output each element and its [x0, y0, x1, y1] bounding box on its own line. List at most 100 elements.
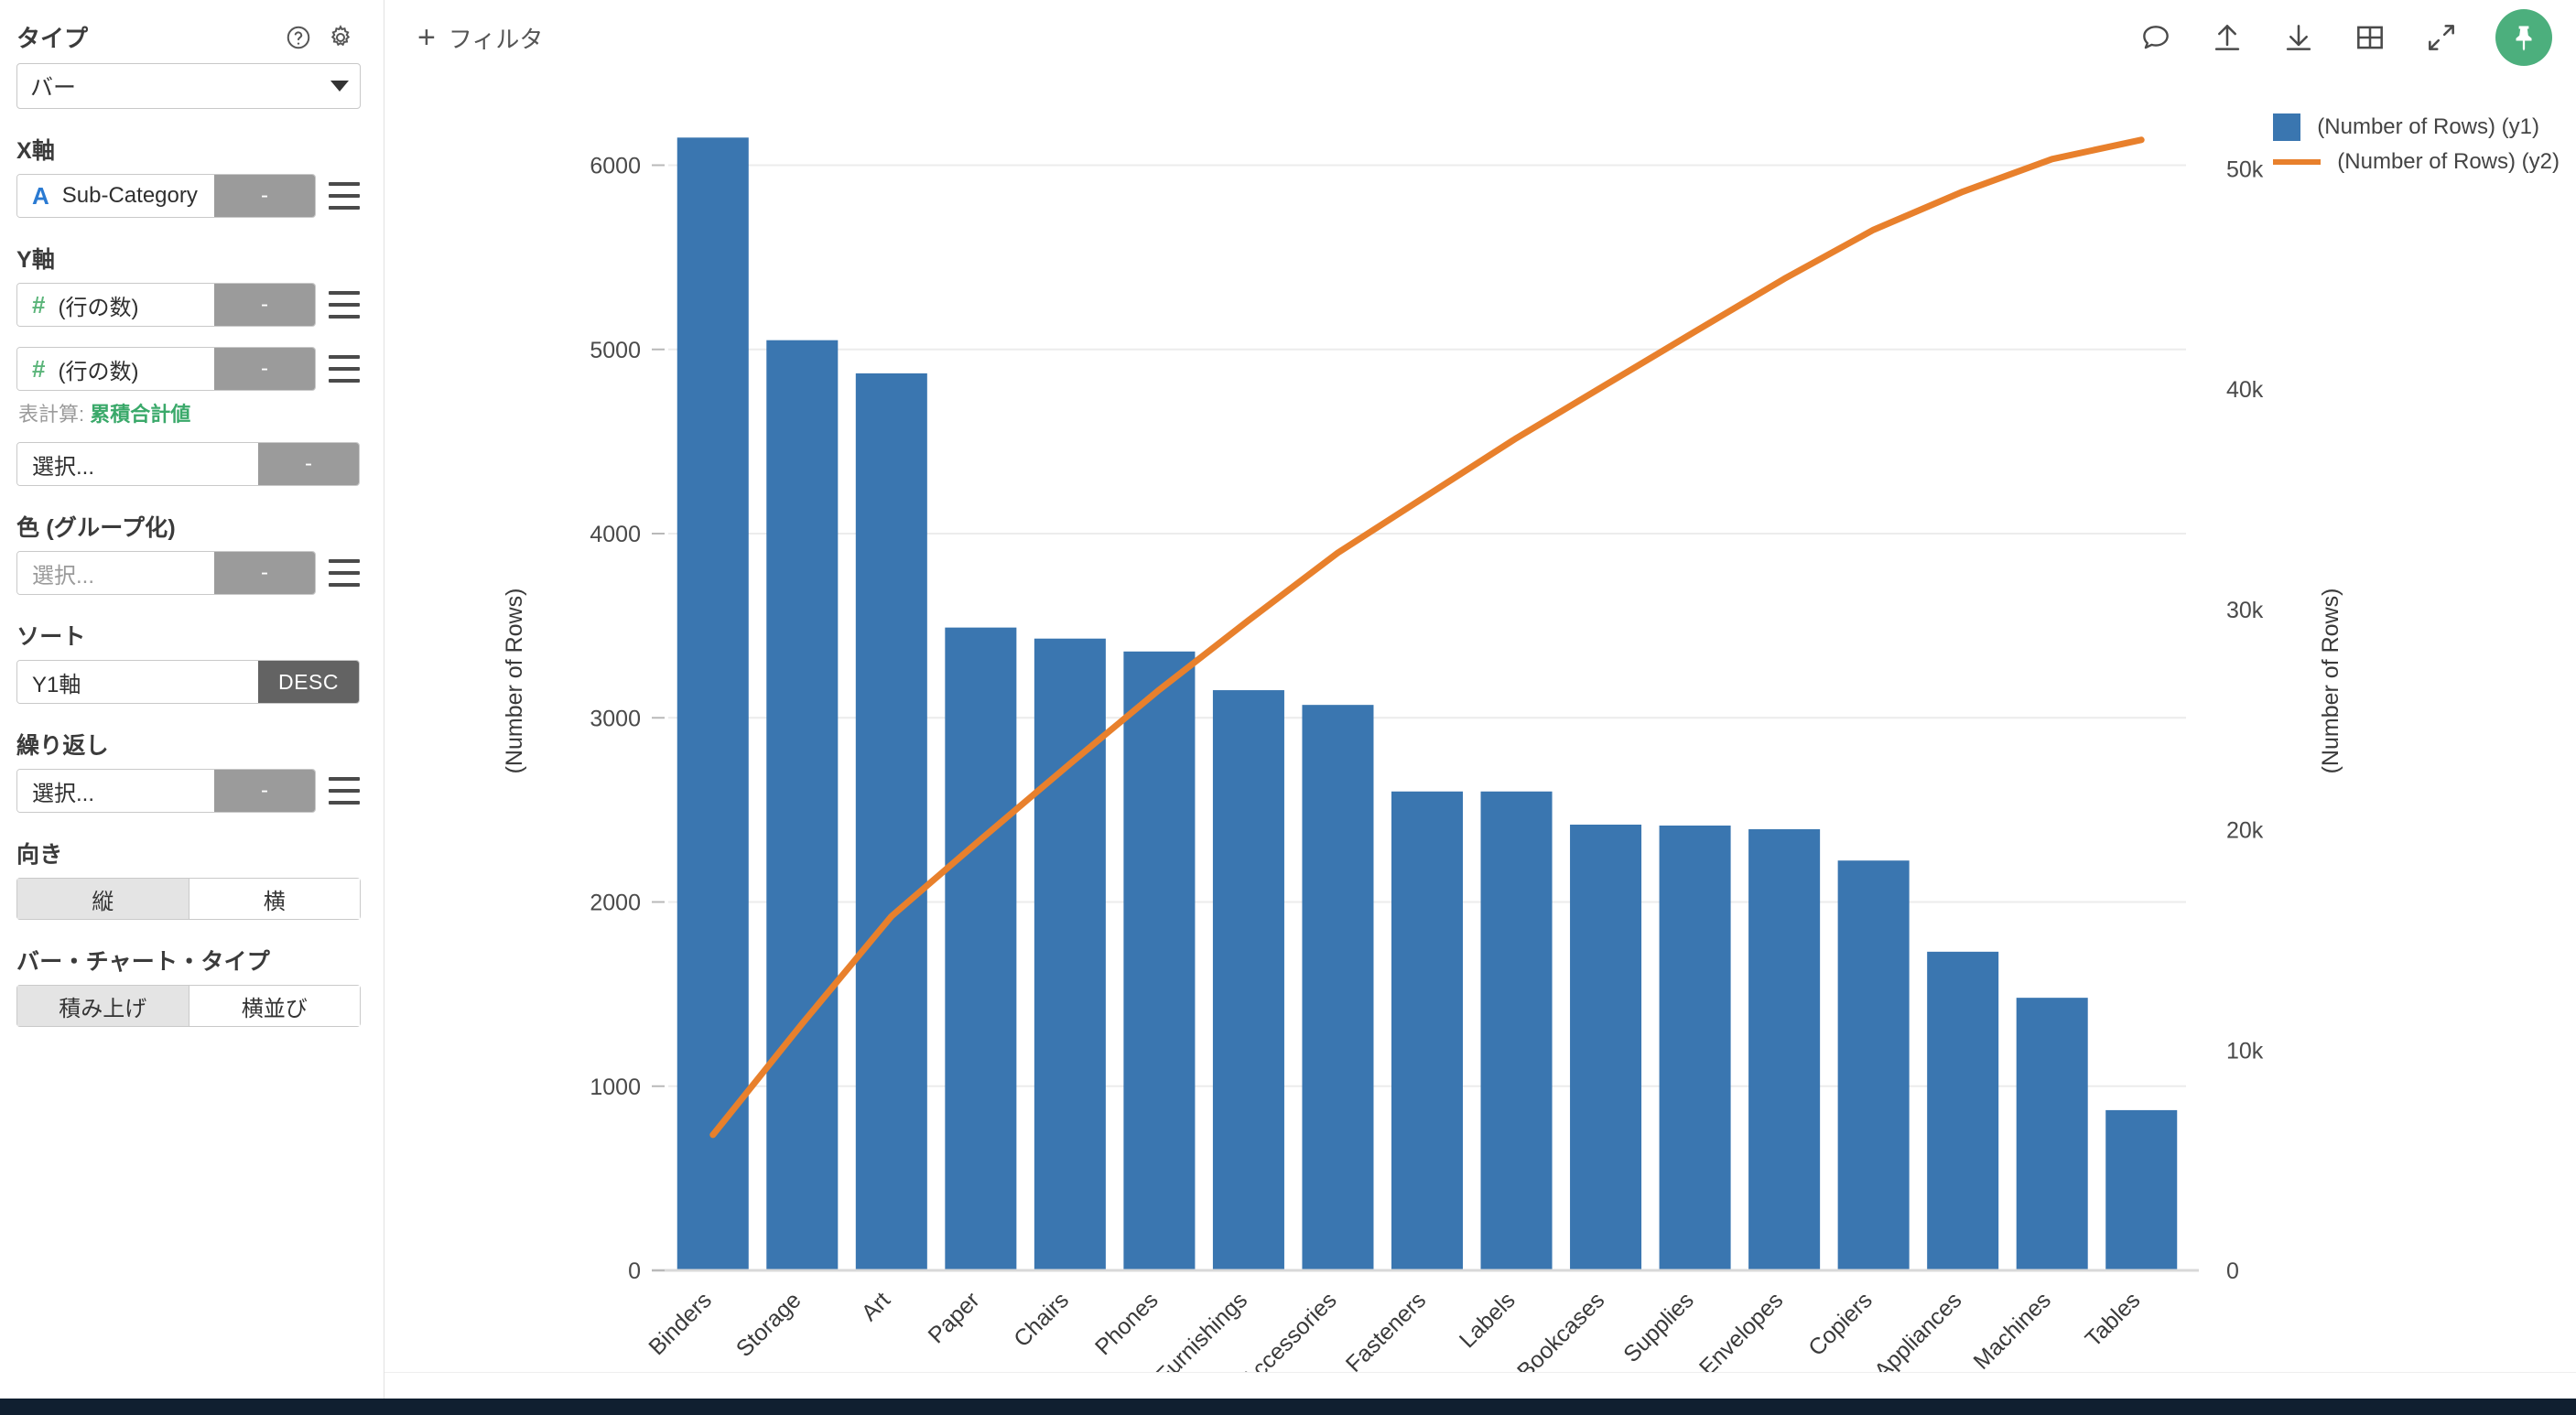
y1-tick-label: 6000 [590, 154, 641, 179]
chart-type-select[interactable]: バー [16, 63, 361, 109]
chevron-down-icon [330, 81, 349, 92]
y-axis-field-name-1: (行の数) [58, 295, 139, 320]
y-axis-field-body-1: # (行の数) [17, 284, 214, 326]
chart-main-area: + フィルタ (Number of Rows) (y1) (Number of … [384, 0, 2576, 1415]
y2-tick-label: 0 [2226, 1258, 2239, 1284]
x-tick-label: Furnishings [1151, 1287, 1252, 1373]
add-filter-button[interactable]: + フィルタ [417, 21, 543, 55]
bar-type-option-stacked[interactable]: 積み上げ [16, 985, 189, 1027]
y-axis-placeholder-pill[interactable]: 選択... - [16, 442, 360, 486]
repeat-body: 選択... [17, 770, 214, 812]
x-tick-label: Appliances [1869, 1287, 1966, 1373]
bar[interactable] [1302, 705, 1374, 1270]
bar[interactable] [855, 373, 927, 1271]
pin-button[interactable] [2495, 9, 2552, 66]
table-calc-note: 表計算: 累積合計値 [18, 398, 360, 427]
bar[interactable] [1570, 824, 1642, 1270]
color-group-agg[interactable]: - [214, 552, 315, 594]
x-axis-field-name: Sub-Category [61, 183, 198, 208]
color-group-placeholder: 選択... [32, 563, 95, 589]
comment-icon[interactable] [2138, 20, 2173, 55]
y-axis-field-pill-1[interactable]: # (行の数) - [16, 283, 316, 327]
x-axis-field-pill[interactable]: A Sub-Category - [16, 174, 316, 218]
hamburger-icon[interactable] [329, 355, 360, 383]
x-axis-agg-tag[interactable]: - [214, 175, 315, 217]
chart-toolbar: + フィルタ [384, 0, 2576, 75]
orientation-toggle: 縦 横 [16, 878, 361, 920]
bar[interactable] [1927, 951, 1999, 1270]
repeat-pill[interactable]: 選択... - [16, 769, 316, 813]
bar[interactable] [1034, 638, 1106, 1270]
question-circle-icon[interactable] [285, 24, 312, 51]
x-tick-label: Binders [644, 1287, 717, 1360]
y1-axis-title: (Number of Rows) [502, 589, 527, 774]
bar[interactable] [1480, 791, 1553, 1270]
bar-type-option-grouped[interactable]: 横並び [188, 985, 361, 1027]
bar[interactable] [1659, 825, 1731, 1270]
x-axis-row: A Sub-Category - [16, 174, 360, 218]
gear-icon[interactable] [327, 24, 354, 51]
bar[interactable] [1123, 651, 1196, 1270]
plus-icon: + [417, 20, 436, 55]
expand-icon[interactable] [2424, 20, 2459, 55]
hamburger-icon[interactable] [329, 777, 360, 805]
bar[interactable] [1748, 829, 1821, 1270]
toolbar-icons [2138, 9, 2576, 66]
x-tick-label: Accessories [1237, 1287, 1342, 1373]
color-group-pill[interactable]: 選択... - [16, 551, 316, 595]
bar[interactable] [2016, 998, 2088, 1270]
color-group-body: 選択... [17, 552, 214, 594]
settings-sidebar: タイプ バー X軸 A Sub-Category - Y軸 # (行の数) - … [0, 0, 384, 1415]
y2-tick-label: 20k [2226, 818, 2264, 844]
y-axis-label: Y軸 [16, 247, 56, 273]
x-tick-label: Storage [731, 1287, 806, 1362]
type-section-header: タイプ [16, 20, 360, 54]
y-axis-placeholder-body: 選択... [17, 443, 258, 485]
repeat-label: 繰り返し [16, 733, 109, 759]
bar-chart-type-toggle: 積み上げ 横並び [16, 985, 361, 1027]
chart-svg: 0 1000 2000 3000 4000 5000 6000 0 10k 20k 30k 40k 50… [502, 136, 2343, 1373]
sort-direction-tag[interactable]: DESC [258, 661, 359, 703]
orientation-option-horizontal[interactable]: 横 [188, 878, 361, 920]
bar[interactable] [945, 627, 1017, 1270]
y-axis-field-body-2: # (行の数) [17, 348, 214, 390]
x-tick-label: Copiers [1803, 1287, 1878, 1361]
bottom-status-bar [0, 1399, 2576, 1415]
table-icon[interactable] [2353, 20, 2387, 55]
upload-icon[interactable] [2210, 20, 2245, 55]
combo-chart[interactable]: 0 1000 2000 3000 4000 5000 6000 0 10k 20k 30k 40k 50… [384, 75, 2576, 1373]
y1-tick-label: 2000 [590, 891, 641, 916]
bar[interactable] [1837, 860, 1910, 1270]
hamburger-icon[interactable] [329, 559, 360, 587]
y2-tick-label: 50k [2226, 157, 2264, 182]
y2-tick-label: 10k [2226, 1038, 2264, 1064]
y-axis-field-pill-2[interactable]: # (行の数) - [16, 347, 316, 391]
bar[interactable] [1212, 690, 1284, 1270]
x-tick-label: Fasteners [1341, 1287, 1431, 1373]
y1-tick-label: 0 [628, 1258, 641, 1284]
x-tick-label: Phones [1090, 1287, 1164, 1360]
y2-axis-title: (Number of Rows) [2318, 589, 2343, 774]
y-axis-row-1: # (行の数) - [16, 283, 360, 327]
download-icon[interactable] [2281, 20, 2316, 55]
bar[interactable] [1391, 791, 1464, 1270]
y1-tick-label: 5000 [590, 338, 641, 363]
hamburger-icon[interactable] [329, 291, 360, 319]
sort-value: Y1軸 [32, 672, 81, 697]
y-axis-placeholder-agg[interactable]: - [258, 443, 359, 485]
chart-type-value: バー [30, 75, 77, 101]
bars-layer [676, 137, 2178, 1271]
y-axis-agg-tag-1[interactable]: - [214, 284, 315, 326]
bar[interactable] [2105, 1109, 2178, 1270]
orientation-option-vertical[interactable]: 縦 [16, 878, 189, 920]
y-axis-row-3: 選択... - [16, 442, 360, 486]
sort-pill[interactable]: Y1軸 DESC [16, 660, 360, 704]
sort-label: ソート [16, 624, 86, 650]
y-axis-agg-tag-2[interactable]: - [214, 348, 315, 390]
bar[interactable] [766, 340, 839, 1270]
type-section-label: タイプ [16, 25, 89, 52]
hamburger-icon[interactable] [329, 182, 360, 210]
repeat-agg[interactable]: - [214, 770, 315, 812]
color-group-row: 選択... - [16, 551, 360, 595]
y1-tick-label: 3000 [590, 706, 641, 731]
